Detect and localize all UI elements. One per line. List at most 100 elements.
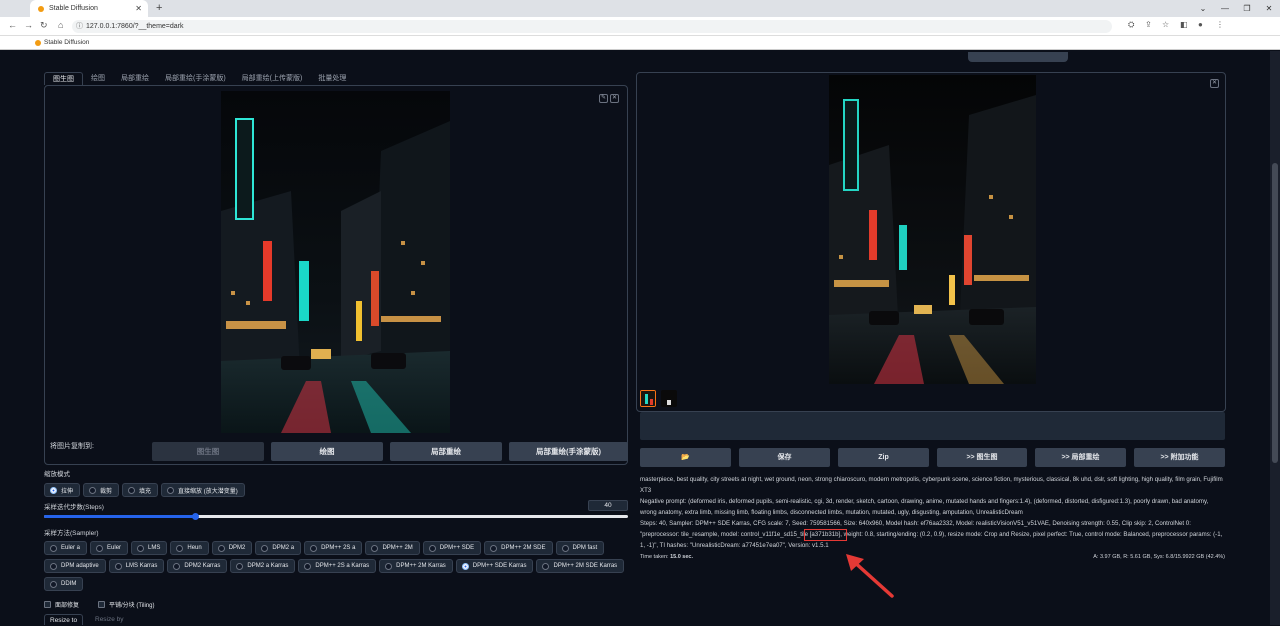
sidebar-icon[interactable]: ◧	[1180, 20, 1188, 29]
page-scrollbar[interactable]	[1270, 51, 1280, 625]
back-icon[interactable]: ←	[8, 20, 17, 30]
sampler-option[interactable]: DDIM	[44, 577, 84, 591]
sampler-option[interactable]: Heun	[170, 541, 209, 555]
tab-resize-by[interactable]: Resize by	[90, 614, 129, 625]
steps-slider[interactable]	[44, 513, 628, 520]
time-taken-value: 15.0 sec.	[670, 554, 693, 560]
tiling-checkbox[interactable]: 平铺/分块 (Tiling)	[98, 600, 154, 609]
scrollbar-thumb[interactable]	[1272, 163, 1278, 463]
radio-dot-icon	[304, 562, 312, 570]
sampler-option[interactable]: DPM2 a Karras	[230, 559, 296, 573]
tab-inpaint[interactable]: 局部重绘	[113, 72, 157, 85]
tab-batch[interactable]: 批量处理	[310, 72, 354, 85]
send-to-extras-button[interactable]: >> 附加功能	[1134, 448, 1225, 467]
reload-icon[interactable]: ↻	[40, 20, 48, 31]
send-to-img2img-button[interactable]: >> 图生图	[937, 448, 1027, 467]
sampler-option[interactable]: DPM2 Karras	[167, 559, 228, 573]
sampler-option[interactable]: DPM++ SDE Karras	[455, 559, 534, 573]
time-taken: Time taken: 15.0 sec. A: 3.97 GB, R: 5.6…	[640, 554, 1225, 560]
zip-button[interactable]: Zip	[838, 448, 929, 467]
bookmark-favicon-icon	[35, 40, 41, 46]
gallery-thumbnail[interactable]	[640, 390, 656, 407]
tab-img2img[interactable]: 图生图	[44, 72, 83, 85]
browser-tab[interactable]: Stable Diffusion ✕	[30, 0, 148, 17]
forward-icon[interactable]: →	[24, 20, 33, 30]
sampler-option[interactable]: DPM++ 2S a Karras	[298, 559, 377, 573]
sampler-row: DDIM	[44, 577, 84, 591]
sampler-option-label: Euler	[107, 545, 122, 551]
copy-to-img2img-button[interactable]: 图生图	[152, 442, 264, 461]
address-bar: ← → ↻ ⌂ ⓘ 127.0.0.1:7860/?__theme=dark ⛭…	[0, 17, 1280, 36]
send-to-inpaint-button[interactable]: >> 局部重绘	[1035, 448, 1126, 467]
sampler-option[interactable]: DPM fast	[555, 541, 605, 555]
resize-mode-option[interactable]: 裁剪	[83, 483, 120, 497]
edit-icon[interactable]: ✎	[599, 94, 608, 103]
menu-icon[interactable]: ⋮	[1216, 20, 1224, 29]
sampler-option[interactable]: LMS Karras	[108, 559, 165, 573]
sampler-option[interactable]: DPM++ 2M	[365, 541, 420, 555]
sampler-option[interactable]: Euler	[90, 541, 129, 555]
profile-icon[interactable]: ●	[1198, 20, 1203, 29]
restore-icon[interactable]: ❐	[1236, 0, 1258, 17]
top-button-stub[interactable]	[968, 52, 1068, 62]
sampler-option[interactable]: DPM++ 2M SDE	[484, 541, 553, 555]
star-icon[interactable]: ☆	[1162, 20, 1169, 29]
tab-inpaint-upload[interactable]: 局部重绘(上传蒙版)	[234, 72, 311, 85]
sampler-option-label: DPM++ 2M Karras	[396, 563, 446, 569]
radio-dot-icon	[50, 580, 57, 588]
sampler-label: 采样方法(Sampler)	[44, 530, 99, 537]
time-taken-label: Time taken:	[640, 554, 669, 560]
sampler-option-label: DPM fast	[572, 545, 598, 551]
close-gallery-icon[interactable]: ✕	[1210, 79, 1219, 88]
sampler-option[interactable]: DPM2 a	[255, 541, 302, 555]
close-tab-icon[interactable]: ✕	[135, 4, 142, 13]
new-tab-icon[interactable]: +	[156, 2, 162, 14]
annotation-arrow-icon	[846, 554, 894, 598]
open-folder-button[interactable]: 📂	[640, 448, 731, 467]
sampler-option-label: DPM++ 2M SDE Karras	[553, 563, 618, 569]
radio-dot-icon	[428, 544, 436, 552]
sampler-option-label: DPM++ 2S a Karras	[315, 563, 370, 569]
sampler-option[interactable]: DPM adaptive	[44, 559, 106, 573]
sampler-option[interactable]: Euler a	[44, 541, 88, 555]
face-restore-checkbox[interactable]: 面部修复	[44, 600, 79, 609]
home-icon[interactable]: ⌂	[58, 20, 63, 30]
tab-sketch[interactable]: 绘图	[83, 72, 113, 85]
tab-resize-to[interactable]: Resize to	[44, 614, 84, 625]
sampler-option[interactable]: DPM++ SDE	[422, 541, 482, 555]
bookmark-item[interactable]: Stable Diffusion	[44, 39, 89, 46]
steps-label: 采样迭代步数(Steps)	[44, 504, 104, 511]
img2img-tabs: 图生图 绘图 局部重绘 局部重绘(手涂蒙版) 局部重绘(上传蒙版) 批量处理	[44, 72, 354, 85]
site-info-icon[interactable]: ⓘ	[76, 20, 83, 33]
output-textarea[interactable]	[640, 412, 1225, 440]
clear-image-icon[interactable]: ✕	[610, 94, 619, 103]
resize-mode-option[interactable]: 拉伸	[44, 483, 81, 497]
save-button[interactable]: 保存	[739, 448, 830, 467]
resize-mode-option[interactable]: 填充	[122, 483, 159, 497]
radio-dot-icon	[50, 544, 57, 552]
sampler-option[interactable]: LMS	[131, 541, 168, 555]
output-image[interactable]	[829, 75, 1036, 384]
minimize-icon[interactable]: —	[1214, 0, 1236, 17]
sampler-option[interactable]: DPM++ 2M Karras	[379, 559, 453, 573]
url-field[interactable]: ⓘ 127.0.0.1:7860/?__theme=dark	[72, 20, 1112, 33]
sampler-option[interactable]: DPM++ 2M SDE Karras	[536, 559, 625, 573]
gallery-thumbnail[interactable]	[661, 390, 677, 407]
steps-number-input[interactable]: 40	[588, 500, 628, 511]
copy-to-inpaint-button[interactable]: 局部重绘	[390, 442, 502, 461]
radio-dot-icon	[176, 544, 184, 552]
close-window-icon[interactable]: ✕	[1258, 0, 1280, 17]
resize-mode-option[interactable]: 直接缩放 (放大潜变量)	[161, 483, 245, 497]
translate-icon[interactable]: ⛭	[1128, 20, 1134, 30]
browser-tab-bar: Stable Diffusion ✕ + ⌄ — ❐ ✕	[0, 0, 1280, 17]
sampler-option[interactable]: DPM2	[211, 541, 253, 555]
chevron-down-icon[interactable]: ⌄	[1192, 0, 1214, 17]
tab-inpaint-sketch[interactable]: 局部重绘(手涂蒙版)	[157, 72, 234, 85]
sampler-option-label: Heun	[187, 545, 202, 551]
sampler-option[interactable]: DPM++ 2S a	[304, 541, 363, 555]
copy-to-inpaint-sketch-button[interactable]: 局部重绘(手涂蒙版)	[509, 442, 628, 461]
window-controls: ⌄ — ❐ ✕	[1192, 0, 1280, 17]
copy-to-sketch-button[interactable]: 绘图	[271, 442, 383, 461]
radio-dot-icon	[371, 544, 379, 552]
share-icon[interactable]: ⇪	[1145, 20, 1152, 29]
